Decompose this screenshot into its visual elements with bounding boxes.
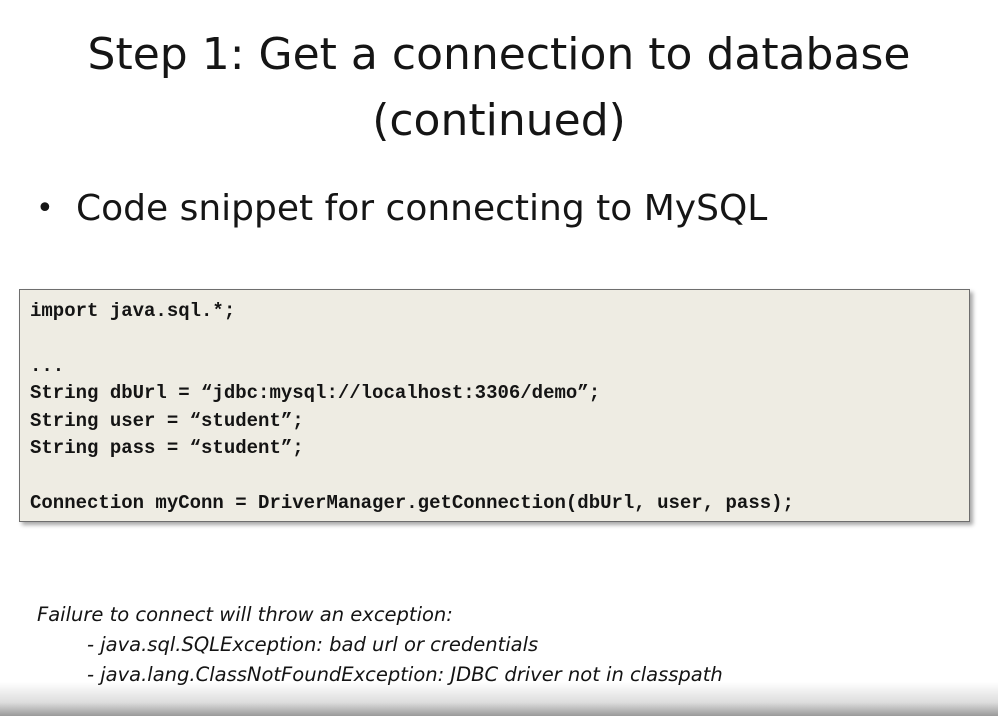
code-snippet-box: import java.sql.*; ... String dbUrl = “j… <box>19 289 970 522</box>
code-line: String user = “student”; <box>30 409 304 432</box>
code-line: import java.sql.*; <box>30 300 236 322</box>
notes-item: - java.sql.SQLException: bad url or cred… <box>87 633 539 656</box>
notes-heading: Failure to connect will throw an excepti… <box>37 603 453 626</box>
slide-title-line-1: Step 1: Get a connection to database <box>87 29 911 80</box>
bullet-icon: • <box>36 191 54 226</box>
code-line: String pass = “student”; <box>30 436 304 459</box>
exception-notes: Failure to connect will throw an excepti… <box>37 600 723 690</box>
code-line: Connection myConn = DriverManager.getCon… <box>30 491 794 514</box>
code-line: String dbUrl = “jdbc:mysql://localhost:3… <box>30 382 601 405</box>
slide-title-line-2: (continued) <box>372 95 626 146</box>
slide-title: Step 1: Get a connection to database (co… <box>0 22 998 154</box>
bottom-shadow <box>0 682 998 716</box>
bullet-text: Code snippet for connecting to MySQL <box>76 188 768 229</box>
code-line: ... <box>30 354 65 377</box>
bullet-item: • Code snippet for connecting to MySQL <box>36 188 767 229</box>
